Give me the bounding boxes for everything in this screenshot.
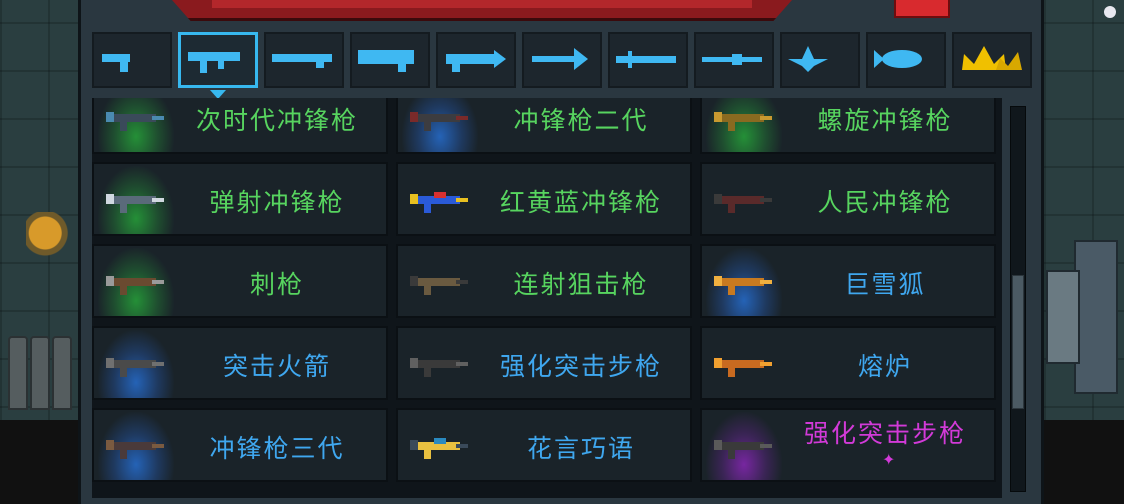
weapon-card[interactable]: 熔炉 xyxy=(700,326,996,400)
lab-machine xyxy=(1074,240,1118,394)
rapid-sniper-icon xyxy=(410,270,470,302)
weapon-card[interactable]: 花言巧语 xyxy=(396,408,692,482)
bounce-smg-icon xyxy=(106,188,166,220)
spear-icon xyxy=(702,46,766,74)
weapon-name: 红黄蓝冲锋枪 xyxy=(499,188,662,217)
weapon-name: 花言巧语 xyxy=(526,434,635,463)
smg-icon xyxy=(186,46,250,74)
weapon-name: 弹射冲锋枪 xyxy=(209,188,345,217)
new-marker-icon: ✦ xyxy=(882,450,896,469)
weapon-name: 强化突击步枪 xyxy=(499,352,662,381)
weapon-name: 冲锋枪三代 xyxy=(209,434,345,463)
pistol-icon xyxy=(100,46,164,74)
floor-right xyxy=(1044,420,1124,504)
weapon-card[interactable]: 强化突击步枪 ✦ xyxy=(700,408,996,482)
smg-next-gen-icon xyxy=(106,106,166,138)
bow-icon xyxy=(530,46,594,74)
smg-gen2-icon xyxy=(410,106,470,138)
weapon-list: 次时代冲锋枪 冲锋枪二代 螺旋冲锋枪弹射冲锋枪 红黄蓝冲锋枪 人民冲锋枪刺枪 连射狙击枪 巨… xyxy=(92,98,1002,498)
player-character xyxy=(26,212,74,272)
weapon-name: 螺旋冲锋枪 xyxy=(817,106,953,135)
shuriken-icon xyxy=(788,46,852,74)
assault-rocket-icon xyxy=(106,352,166,384)
tab-crown[interactable] xyxy=(952,32,1032,88)
scrollbar-thumb[interactable] xyxy=(1012,275,1024,409)
weapon-name: 冲锋枪二代 xyxy=(513,106,649,135)
weapon-name: 刺枪 xyxy=(249,270,304,299)
weapon-card[interactable]: 冲锋枪三代 xyxy=(92,408,388,482)
gas-tanks xyxy=(4,300,74,410)
notification-dot xyxy=(1104,6,1116,18)
rgb-smg-icon xyxy=(410,188,470,220)
weapon-card[interactable]: 刺枪 xyxy=(92,244,388,318)
tab-laser-gun[interactable] xyxy=(436,32,516,88)
close-button[interactable] xyxy=(894,0,950,18)
tab-shuriken[interactable] xyxy=(780,32,860,88)
tab-shotgun[interactable] xyxy=(350,32,430,88)
weapon-name: 连射狙击枪 xyxy=(513,270,649,299)
weapon-card[interactable]: 强化突击步枪 xyxy=(396,326,692,400)
tab-spear[interactable] xyxy=(694,32,774,88)
shotgun-icon xyxy=(358,46,422,74)
crown-icon xyxy=(960,46,1024,74)
tab-smg[interactable] xyxy=(178,32,258,99)
weapon-name: 人民冲锋枪 xyxy=(817,188,953,217)
tab-pistol[interactable] xyxy=(92,32,172,88)
furnace-gun-icon xyxy=(714,352,774,384)
weapon-card[interactable]: 巨雪狐 xyxy=(700,244,996,318)
gas-tank xyxy=(30,336,50,410)
enhanced-rifle-purple-icon xyxy=(714,434,774,466)
sweet-talk-icon xyxy=(410,434,470,466)
gas-tank xyxy=(8,336,28,410)
tab-rifle[interactable] xyxy=(264,32,344,88)
sword-icon xyxy=(616,46,680,74)
weapon-name: 突击火箭 xyxy=(222,352,331,381)
weapon-card[interactable]: 冲锋枪二代 xyxy=(396,98,692,154)
weapon-card[interactable]: 连射狙击枪 xyxy=(396,244,692,318)
lab-machine xyxy=(1046,270,1080,364)
weapon-card[interactable]: 红黄蓝冲锋枪 xyxy=(396,162,692,236)
weapon-card[interactable]: 人民冲锋枪 xyxy=(700,162,996,236)
weapon-name: 熔炉 xyxy=(857,352,912,381)
tab-sword[interactable] xyxy=(608,32,688,88)
scrollbar[interactable] xyxy=(1010,106,1026,492)
weapon-category-tabs xyxy=(92,32,1036,99)
weapon-card[interactable]: 弹射冲锋枪 xyxy=(92,162,388,236)
enhanced-rifle-icon xyxy=(410,352,470,384)
weapon-name: 次时代冲锋枪 xyxy=(195,106,358,135)
tab-bow[interactable] xyxy=(522,32,602,88)
weapon-name: 巨雪狐 xyxy=(844,270,926,299)
snow-fox-icon xyxy=(714,270,774,302)
rifle-icon xyxy=(272,46,336,74)
laser-gun-icon xyxy=(444,46,508,74)
people-smg-icon xyxy=(714,188,774,220)
weapon-card[interactable]: 螺旋冲锋枪 xyxy=(700,98,996,154)
spiral-smg-icon xyxy=(714,106,774,138)
weapon-grid: 次时代冲锋枪 冲锋枪二代 螺旋冲锋枪弹射冲锋枪 红黄蓝冲锋枪 人民冲锋枪刺枪 连射狙击枪 巨… xyxy=(92,98,996,482)
floor-left xyxy=(0,420,78,504)
smg-gen3-icon xyxy=(106,434,166,466)
weapon-card[interactable]: 突击火箭 xyxy=(92,326,388,400)
fish-icon xyxy=(874,46,938,74)
tab-fish[interactable] xyxy=(866,32,946,88)
weapon-name: 强化突击步枪 xyxy=(803,419,966,448)
panel-header-bar xyxy=(172,0,792,21)
bayonet-gun-icon xyxy=(106,270,166,302)
gas-tank xyxy=(52,336,72,410)
weapon-card[interactable]: 次时代冲锋枪 xyxy=(92,98,388,154)
